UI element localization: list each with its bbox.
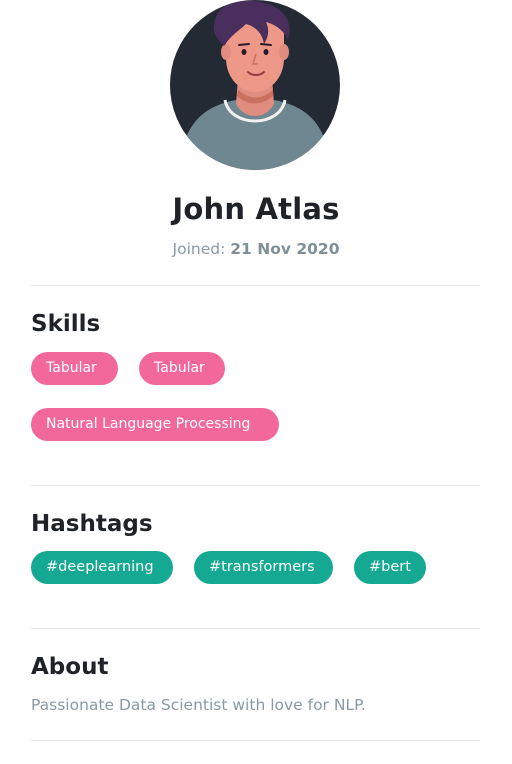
hashtag-pill[interactable]: #bert: [354, 551, 426, 584]
divider: [31, 628, 480, 629]
hashtag-pill[interactable]: #transformers: [194, 551, 333, 584]
profile-card: John Atlas Joined: 21 Nov 2020 Skills Ta…: [0, 0, 512, 764]
avatar-illustration: [170, 0, 340, 170]
joined-date: 21 Nov 2020: [230, 240, 340, 258]
skills-title: Skills: [31, 311, 101, 337]
divider: [31, 485, 480, 486]
hashtags-title: Hashtags: [31, 511, 153, 537]
joined-label: Joined:: [172, 240, 226, 258]
about-text: Passionate Data Scientist with love for …: [31, 696, 366, 714]
about-title: About: [31, 654, 109, 680]
skill-pill[interactable]: Tabular: [31, 352, 118, 385]
skill-pill[interactable]: Tabular: [139, 352, 225, 385]
profile-name: John Atlas: [172, 192, 340, 226]
divider: [31, 740, 480, 741]
avatar: [170, 0, 340, 170]
joined-info: Joined: 21 Nov 2020: [0, 240, 512, 258]
skill-pill[interactable]: Natural Language Processing: [31, 408, 279, 441]
hashtag-pill[interactable]: #deeplearning: [31, 551, 173, 584]
divider: [31, 285, 480, 286]
